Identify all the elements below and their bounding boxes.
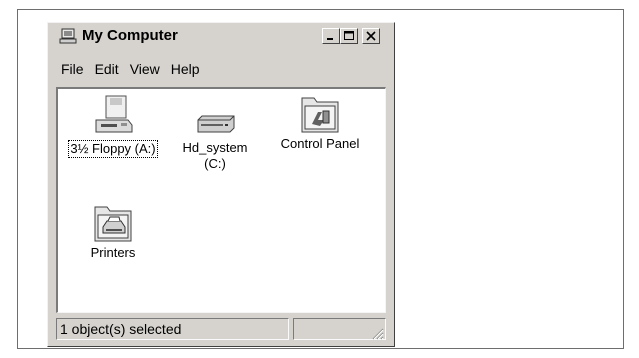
menu-help[interactable]: Help — [168, 59, 208, 81]
maximize-button[interactable] — [340, 28, 358, 44]
close-icon — [366, 31, 376, 41]
menu-file[interactable]: File — [58, 59, 92, 81]
item-label: Hd_system (C:) — [182, 140, 248, 171]
floppy-drive-icon — [95, 95, 133, 133]
item-floppy-drive[interactable]: 3½ Floppy (A:) — [63, 94, 163, 158]
file-view-pane[interactable]: 3½ Floppy (A:) Hd_system (C:) Control Pa… — [56, 87, 386, 313]
minimize-button[interactable] — [322, 28, 340, 44]
resize-grip-icon[interactable] — [370, 326, 384, 340]
maximize-icon — [344, 31, 354, 40]
menu-edit[interactable]: Edit — [92, 59, 127, 81]
status-bar: 1 object(s) selected — [56, 318, 386, 342]
close-button[interactable] — [362, 28, 380, 44]
item-hard-drive[interactable]: Hd_system (C:) — [165, 94, 265, 172]
menu-view[interactable]: View — [127, 59, 168, 81]
hard-drive-icon — [197, 115, 235, 133]
minimize-icon — [327, 38, 333, 40]
item-control-panel[interactable]: Control Panel — [270, 90, 370, 152]
item-printers[interactable]: Printers — [63, 199, 163, 261]
item-label: Control Panel — [280, 136, 360, 151]
window-title: My Computer — [82, 27, 178, 44]
my-computer-window: My Computer File Edit View Help 3½ Flopp… — [47, 22, 395, 347]
status-text: 1 object(s) selected — [56, 318, 289, 340]
menu-bar: File Edit View Help — [58, 59, 208, 81]
my-computer-icon — [59, 28, 77, 44]
title-bar[interactable]: My Computer — [50, 25, 392, 47]
item-label: Printers — [90, 245, 136, 260]
item-label: 3½ Floppy (A:) — [68, 140, 158, 158]
printers-folder-icon — [94, 206, 132, 242]
control-panel-folder-icon — [301, 97, 339, 133]
